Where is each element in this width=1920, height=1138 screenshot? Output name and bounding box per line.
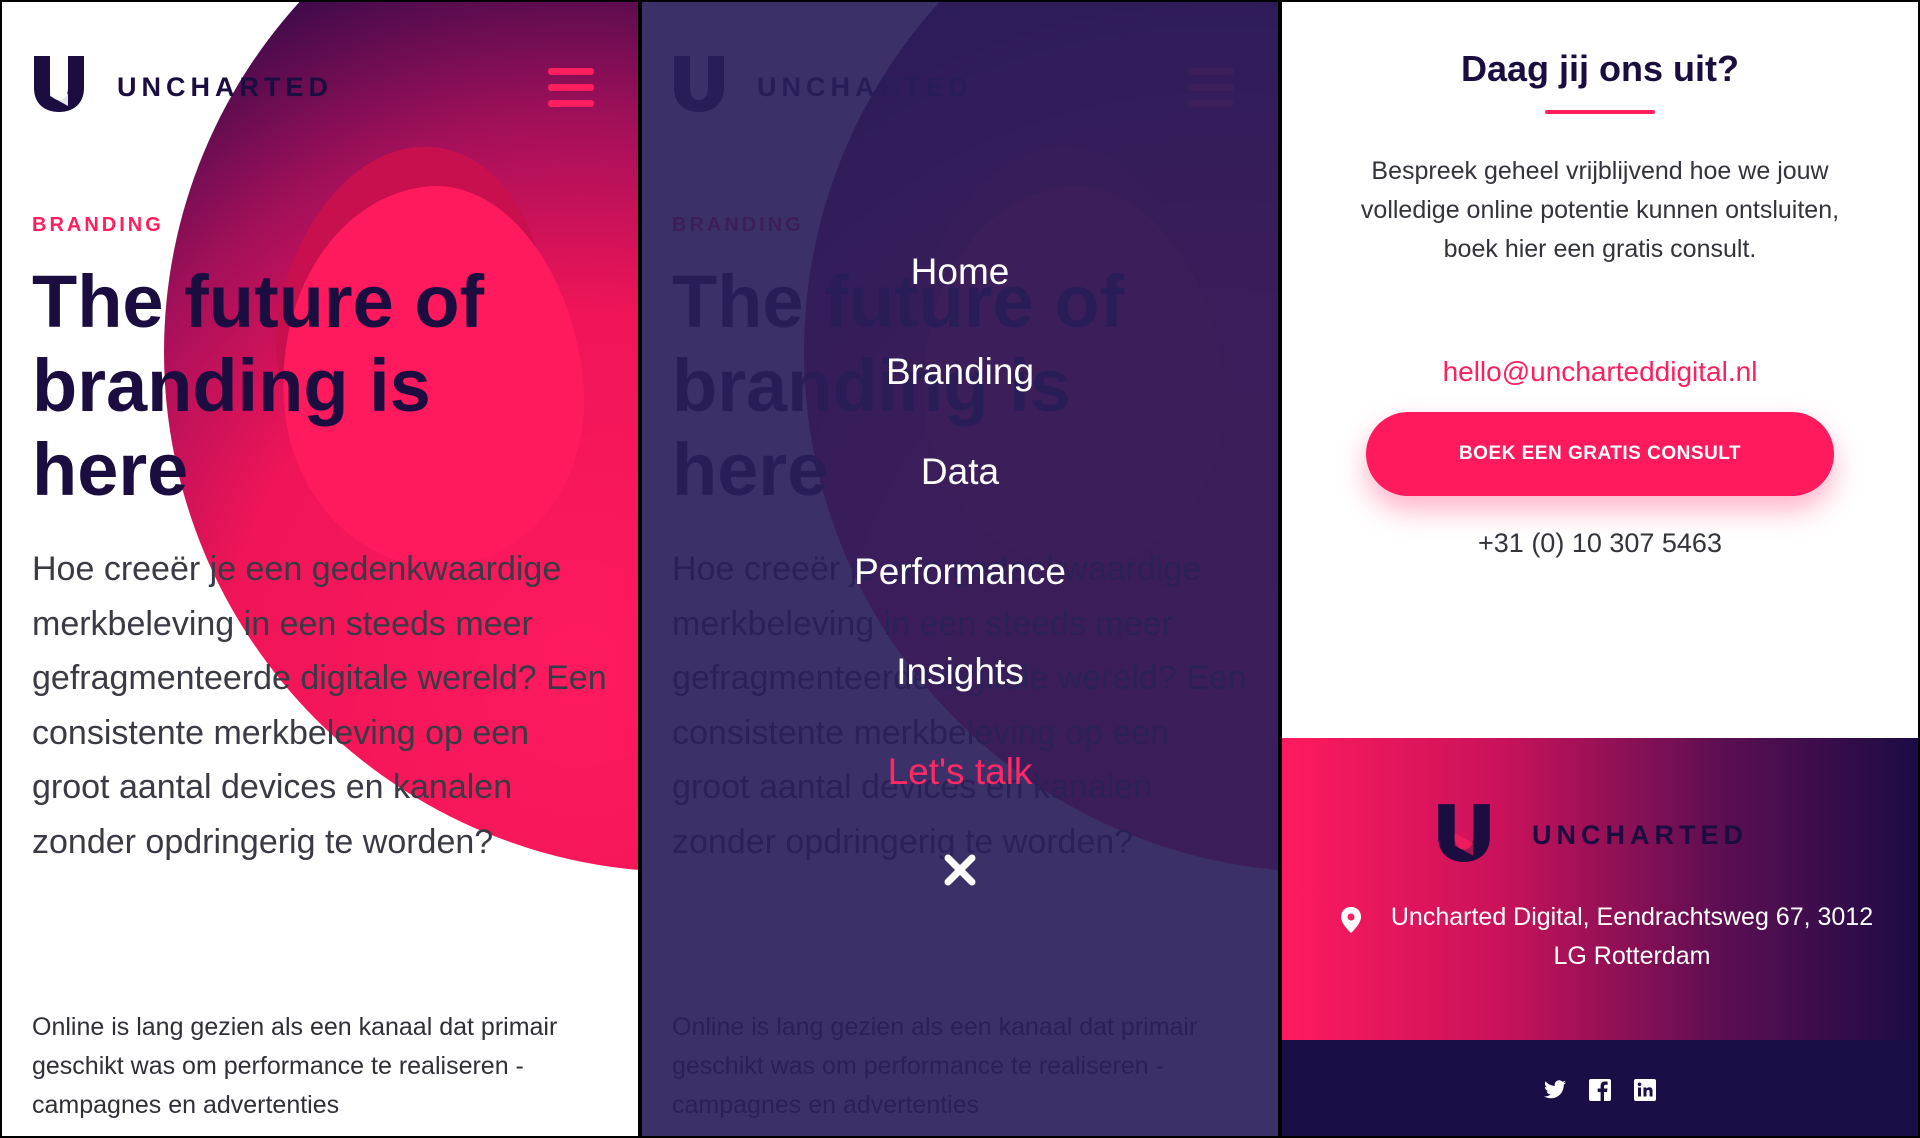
footer-brand-section — [1282, 738, 1918, 1040]
contact-title: Daag jij ons uit? — [1460, 48, 1739, 89]
email-link[interactable]: hello@uncharteddigital.nl — [1282, 356, 1918, 388]
menu-item-home[interactable]: Home — [642, 242, 1278, 342]
logo-wordmark[interactable]: UNCHARTED — [117, 72, 333, 103]
article-lead: Hoe creeër je een gedenkwaardige merkbel… — [32, 550, 607, 861]
contact-text: Bespreek geheel vrijblijvend hoe we jouw… — [1360, 157, 1840, 263]
book-consult-button[interactable]: BOEK EEN GRATIS CONSULT — [1366, 412, 1834, 496]
menu-item-insights[interactable]: Insights — [642, 642, 1278, 742]
menu-item-data[interactable]: Data — [642, 442, 1278, 542]
menu-item-lets-talk[interactable]: Let's talk — [642, 742, 1278, 842]
uncharted-logo-icon[interactable] — [1436, 802, 1492, 864]
twitter-icon[interactable] — [1542, 1078, 1568, 1102]
linkedin-icon[interactable] — [1632, 1078, 1658, 1102]
menu-item-performance[interactable]: Performance — [642, 542, 1278, 642]
article-panel: UNCHARTED BRANDING The future of brandin… — [2, 2, 638, 1136]
close-icon[interactable] — [940, 850, 980, 890]
menu-overlay: Home Branding Data Performance Insights … — [642, 2, 1278, 1136]
article-body: Online is lang gezien als een kanaal dat… — [32, 1013, 558, 1119]
contact-panel: Daag jij ons uit? Bespreek geheel vrijbl… — [1282, 2, 1918, 1136]
uncharted-logo-icon[interactable] — [32, 54, 86, 114]
menu-panel: UNCHARTED BRANDING The future of brandin… — [642, 2, 1278, 1136]
facebook-icon[interactable] — [1587, 1078, 1613, 1102]
phone-link[interactable]: +31 (0) 10 307 5463 — [1282, 528, 1918, 559]
footer-address: Uncharted Digital, Eendrachtsweg 67, 301… — [1390, 903, 1874, 970]
footer-wordmark[interactable]: UNCHARTED — [1532, 820, 1748, 851]
title-underline — [1545, 110, 1655, 114]
menu-hamburger-icon[interactable] — [548, 68, 594, 108]
location-pin-icon — [1341, 907, 1361, 933]
article-headline: The future of branding is here — [32, 260, 485, 511]
menu-item-branding[interactable]: Branding — [642, 342, 1278, 442]
main-menu: Home Branding Data Performance Insights … — [642, 242, 1278, 842]
category-label[interactable]: BRANDING — [32, 214, 164, 237]
